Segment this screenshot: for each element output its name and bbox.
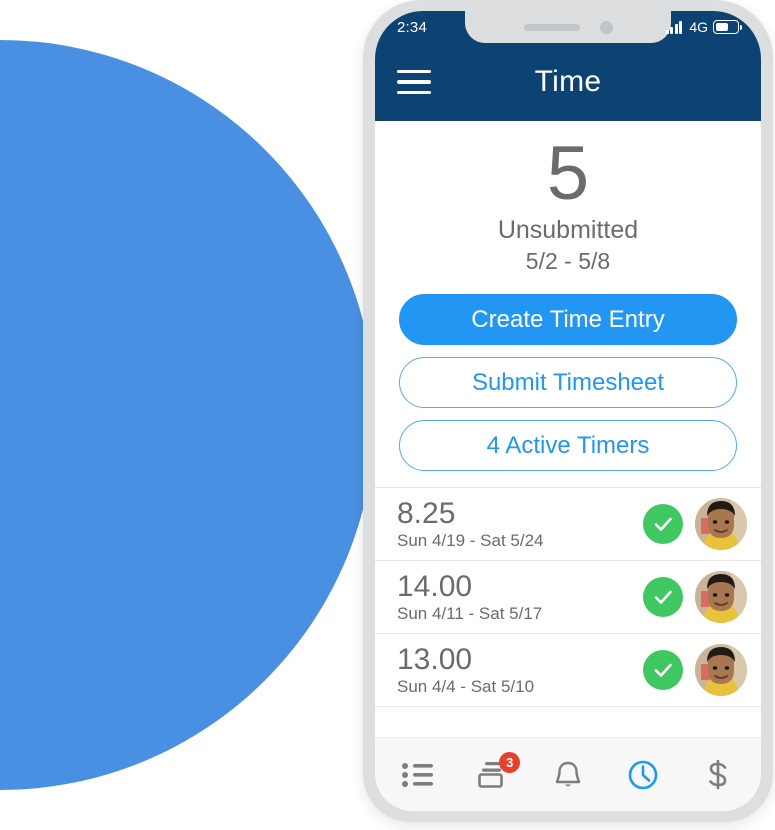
table-row[interactable]: 8.25 Sun 4/19 - Sat 5/24 [375,488,761,561]
unsubmitted-count: 5 [546,131,590,216]
submit-timesheet-button[interactable]: Submit Timesheet [399,357,737,408]
user-avatar-photo [695,498,747,550]
tab-expenses[interactable]: 3 [464,750,522,800]
table-row[interactable]: 14.00 Sun 4/11 - Sat 5/17 [375,561,761,634]
timesheet-info: 14.00 Sun 4/11 - Sat 5/17 [397,569,643,624]
check-circle-icon [643,504,683,544]
tab-billing[interactable] [689,750,747,800]
timesheet-hours: 8.25 [397,496,456,530]
table-row[interactable]: 13.00 Sun 4/4 - Sat 5/10 [375,634,761,707]
check-circle-icon [643,577,683,617]
page-title: Time [534,65,602,98]
create-time-entry-button[interactable]: Create Time Entry [399,294,737,345]
app-header: 2:34 4G Time [375,11,761,121]
battery-fill [716,23,729,31]
unsubmitted-label: Unsubmitted [497,216,639,244]
unsubmitted-date-range: 5/2 - 5/8 [525,248,611,274]
timesheet-list: 8.25 Sun 4/19 - Sat 5/24 14.00 Sun 4/11 … [375,487,761,737]
active-timers-button[interactable]: 4 Active Timers [399,420,737,471]
timesheet-info: 8.25 Sun 4/19 - Sat 5/24 [397,496,643,551]
timesheet-date-range: Sun 4/11 - Sat 5/17 [397,603,543,623]
user-avatar-photo [695,571,747,623]
signal-bars-icon [665,20,683,34]
timesheet-date-range: Sun 4/4 - Sat 5/10 [397,676,535,696]
status-bar-time: 2:34 [397,18,427,36]
screenshot-stage: 2:34 4G Time 5 Unsubmitted 5/2 - 5/8 Cre… [0,0,775,830]
battery-icon [713,20,742,34]
dollar-sign-icon [708,759,726,789]
action-buttons: Create Time Entry Submit Timesheet 4 Act… [375,276,761,471]
timesheet-hours: 13.00 [397,642,473,676]
clock-icon [628,760,658,789]
timesheet-date-range: Sun 4/19 - Sat 5/24 [397,530,544,550]
hamburger-menu-icon[interactable] [397,69,431,95]
status-bar: 2:34 4G [375,11,761,43]
user-avatar-photo [695,644,747,696]
check-circle-icon [643,650,683,690]
bottom-tab-bar: 3 [375,737,761,811]
bulleted-list-icon [402,762,434,787]
status-badge: 3 [499,751,521,773]
timesheet-hours: 14.00 [397,569,473,603]
phone-device-frame: 2:34 4G Time 5 Unsubmitted 5/2 - 5/8 Cre… [363,0,773,822]
tab-time[interactable] [614,750,672,800]
timesheet-info: 13.00 Sun 4/4 - Sat 5/10 [397,642,643,697]
navigation-bar: Time [375,43,761,121]
unsubmitted-summary: 5 Unsubmitted 5/2 - 5/8 [375,121,761,276]
decorative-background-circle [0,40,375,790]
tab-notifications[interactable] [539,750,597,800]
network-type-label: 4G [689,19,708,35]
status-bar-indicators: 4G [665,19,742,35]
phone-screen: 2:34 4G Time 5 Unsubmitted 5/2 - 5/8 Cre… [375,11,761,811]
bell-icon [555,761,581,786]
tab-list[interactable] [389,750,447,800]
